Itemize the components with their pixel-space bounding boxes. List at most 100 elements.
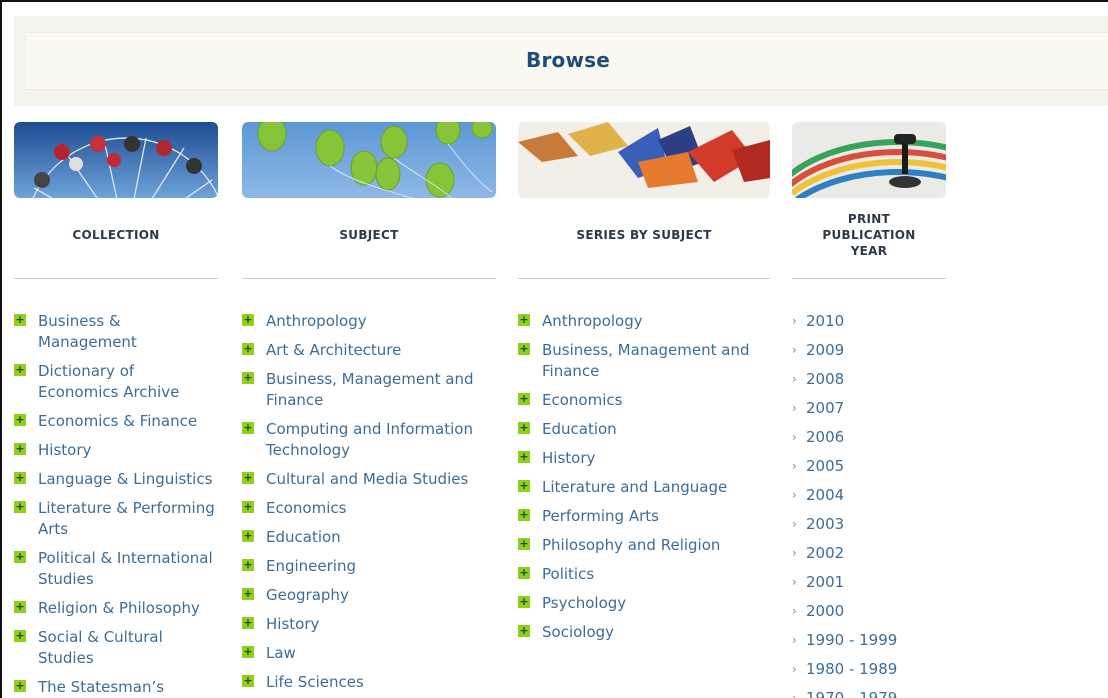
plus-icon[interactable]: + xyxy=(518,314,530,326)
list-item[interactable]: › 2000 xyxy=(792,601,946,622)
list-item[interactable]: + History xyxy=(14,440,218,461)
list-item-label[interactable]: Social & Cultural Studies xyxy=(38,628,163,667)
list-item-label[interactable]: History xyxy=(38,441,91,459)
plus-icon[interactable]: + xyxy=(14,501,26,513)
list-item-label[interactable]: Dictionary of Economics Archive xyxy=(38,362,179,401)
list-item[interactable]: + Economics & Finance xyxy=(14,411,218,432)
list-item-label[interactable]: Art & Architecture xyxy=(266,341,401,359)
year-link[interactable]: 2008 xyxy=(806,370,844,388)
plus-icon[interactable]: + xyxy=(14,414,26,426)
list-item-label[interactable]: Religion & Philosophy xyxy=(38,599,200,617)
list-item-label[interactable]: Cultural and Media Studies xyxy=(266,470,468,488)
list-item-label[interactable]: Business, Management and Finance xyxy=(266,370,473,409)
year-link[interactable]: 1980 - 1989 xyxy=(806,660,897,678)
list-item[interactable]: + Business & Management xyxy=(14,311,218,353)
plus-icon[interactable]: + xyxy=(14,630,26,642)
year-link[interactable]: 1990 - 1999 xyxy=(806,631,897,649)
list-item-label[interactable]: Economics & Finance xyxy=(38,412,197,430)
list-item-label[interactable]: Engineering xyxy=(266,557,356,575)
list-item[interactable]: + Dictionary of Economics Archive xyxy=(14,361,218,403)
year-link[interactable]: 2002 xyxy=(806,544,844,562)
list-item[interactable]: + Politics xyxy=(518,564,770,585)
plus-icon[interactable]: + xyxy=(518,567,530,579)
list-item[interactable]: + Language & Linguistics xyxy=(14,469,218,490)
list-item-label[interactable]: Education xyxy=(266,528,341,546)
plus-icon[interactable]: + xyxy=(242,617,254,629)
list-item-label[interactable]: Literature & Performing Arts xyxy=(38,499,215,538)
list-item-label[interactable]: Sociology xyxy=(542,623,614,641)
plus-icon[interactable]: + xyxy=(14,314,26,326)
plus-icon[interactable]: + xyxy=(518,451,530,463)
list-item[interactable]: › 2003 xyxy=(792,514,946,535)
plus-icon[interactable]: + xyxy=(242,372,254,384)
plus-icon[interactable]: + xyxy=(518,480,530,492)
list-item-label[interactable]: Life Sciences xyxy=(266,673,364,691)
plus-icon[interactable]: + xyxy=(518,393,530,405)
list-item-label[interactable]: Language & Linguistics xyxy=(38,470,212,488)
list-item-label[interactable]: Anthropology xyxy=(266,312,367,330)
year-link[interactable]: 2001 xyxy=(806,573,844,591)
list-item[interactable]: + Anthropology xyxy=(242,311,496,332)
list-item[interactable]: › 1980 - 1989 xyxy=(792,659,946,680)
list-item[interactable]: + Anthropology xyxy=(518,311,770,332)
list-item-label[interactable]: Performing Arts xyxy=(542,507,659,525)
plus-icon[interactable]: + xyxy=(242,675,254,687)
list-item[interactable]: › 1990 - 1999 xyxy=(792,630,946,651)
list-item[interactable]: + Performing Arts xyxy=(518,506,770,527)
year-link[interactable]: 2009 xyxy=(806,341,844,359)
plus-icon[interactable]: + xyxy=(14,551,26,563)
list-item[interactable]: + Business, Management and Finance xyxy=(518,340,770,382)
list-item[interactable]: + Engineering xyxy=(242,556,496,577)
list-item[interactable]: + History xyxy=(518,448,770,469)
plus-icon[interactable]: + xyxy=(242,588,254,600)
plus-icon[interactable]: + xyxy=(242,343,254,355)
list-item[interactable]: + Economics xyxy=(518,390,770,411)
list-item[interactable]: + Cultural and Media Studies xyxy=(242,469,496,490)
plus-icon[interactable]: + xyxy=(242,530,254,542)
plus-icon[interactable]: + xyxy=(14,443,26,455)
plus-icon[interactable]: + xyxy=(242,472,254,484)
list-item[interactable]: › 2002 xyxy=(792,543,946,564)
year-link[interactable]: 2006 xyxy=(806,428,844,446)
list-item[interactable]: + Art & Architecture xyxy=(242,340,496,361)
list-item[interactable]: + Education xyxy=(242,527,496,548)
list-item[interactable]: › 2004 xyxy=(792,485,946,506)
plus-icon[interactable]: + xyxy=(242,559,254,571)
list-item[interactable]: + The Statesman’s Yearbook Archive xyxy=(14,677,218,698)
plus-icon[interactable]: + xyxy=(518,625,530,637)
list-item[interactable]: + Literature & Performing Arts xyxy=(14,498,218,540)
list-item[interactable]: + Economics xyxy=(242,498,496,519)
plus-icon[interactable]: + xyxy=(518,538,530,550)
plus-icon[interactable]: + xyxy=(14,680,26,692)
list-item-label[interactable]: Geography xyxy=(266,586,349,604)
list-item[interactable]: › 2009 xyxy=(792,340,946,361)
list-item-label[interactable]: Law xyxy=(266,644,296,662)
list-item[interactable]: › 2001 xyxy=(792,572,946,593)
list-item[interactable]: › 2007 xyxy=(792,398,946,419)
plus-icon[interactable]: + xyxy=(518,343,530,355)
list-item-label[interactable]: The Statesman’s Yearbook Archive xyxy=(38,678,167,698)
list-item[interactable]: + Political & International Studies xyxy=(14,548,218,590)
list-item-label[interactable]: Politics xyxy=(542,565,594,583)
list-item-label[interactable]: Anthropology xyxy=(542,312,643,330)
list-item[interactable]: › 1970 - 1979 xyxy=(792,688,946,698)
plus-icon[interactable]: + xyxy=(518,509,530,521)
list-item[interactable]: + Law xyxy=(242,643,496,664)
list-item[interactable]: › 2005 xyxy=(792,456,946,477)
plus-icon[interactable]: + xyxy=(242,646,254,658)
year-link[interactable]: 2010 xyxy=(806,312,844,330)
plus-icon[interactable]: + xyxy=(14,364,26,376)
year-link[interactable]: 2003 xyxy=(806,515,844,533)
list-item[interactable]: › 2008 xyxy=(792,369,946,390)
list-item[interactable]: + History xyxy=(242,614,496,635)
list-item-label[interactable]: Education xyxy=(542,420,617,438)
list-item-label[interactable]: History xyxy=(266,615,319,633)
list-item-label[interactable]: Psychology xyxy=(542,594,626,612)
list-item-label[interactable]: Philosophy and Religion xyxy=(542,536,720,554)
list-item-label[interactable]: History xyxy=(542,449,595,467)
plus-icon[interactable]: + xyxy=(242,501,254,513)
plus-icon[interactable]: + xyxy=(14,472,26,484)
list-item-label[interactable]: Business & Management xyxy=(38,312,137,351)
list-item[interactable]: + Education xyxy=(518,419,770,440)
year-link[interactable]: 2005 xyxy=(806,457,844,475)
